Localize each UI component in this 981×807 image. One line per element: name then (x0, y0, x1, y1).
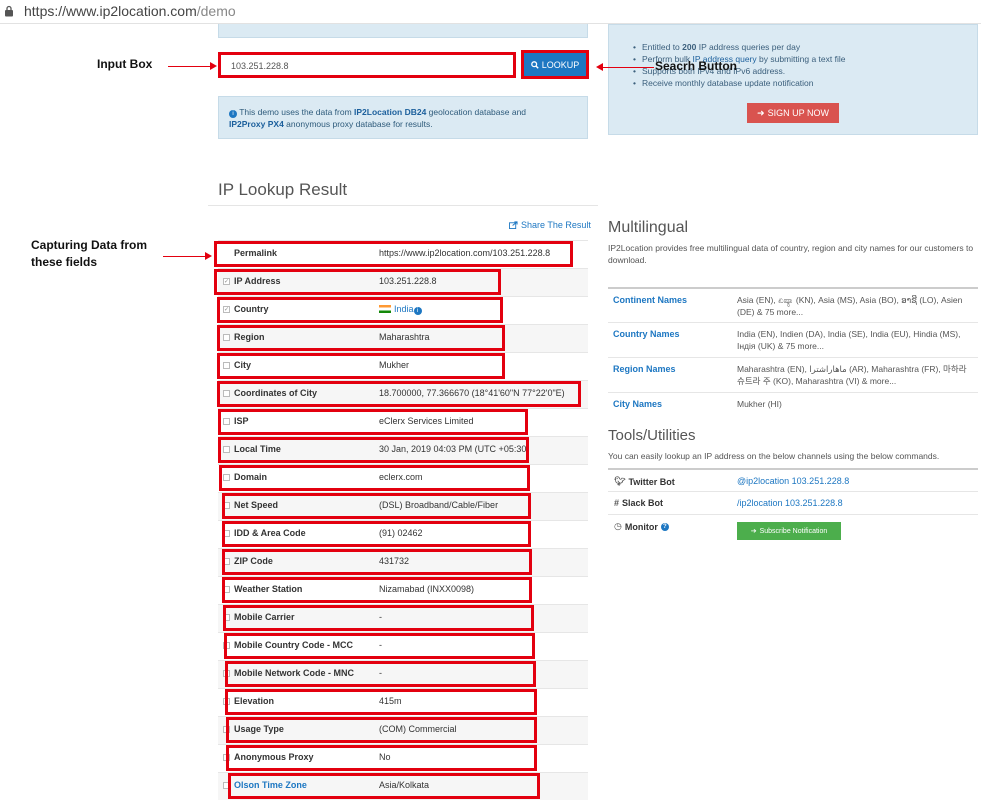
ip-address-input[interactable] (218, 52, 516, 78)
divider (208, 205, 598, 206)
multilingual-value: Asia (EN), ಏಷ್ಯಾ (KN), Asia (MS), Asia (… (737, 295, 963, 317)
monitor-label-wrap: ◷ Monitor ? (614, 521, 669, 532)
highlight-box (224, 633, 535, 659)
info-prefix: This demo uses the data from (239, 107, 355, 117)
db24-link[interactable]: IP2Location DB24 (354, 107, 426, 117)
help-icon[interactable]: ? (660, 522, 669, 531)
info-notice: i This demo uses the data from IP2Locati… (218, 96, 588, 139)
multilingual-row: Continent Names Asia (EN), ಏಷ್ಯಾ (KN), As… (608, 287, 978, 322)
highlight-box (218, 409, 528, 435)
share-result-label: Share The Result (521, 220, 591, 230)
highlight-box (218, 437, 529, 463)
multilingual-label[interactable]: City Names (613, 399, 662, 409)
multilingual-title: Multilingual (608, 219, 689, 236)
twitter-bot-label-wrap: 🐦︎ Twitter Bot (614, 476, 675, 487)
highlight-box (225, 661, 536, 687)
info-icon: i (229, 110, 237, 118)
multilingual-row: Region Names Maharashtra (EN), ماهاراشترا… (608, 357, 978, 392)
lookup-button-label: LOOKUP (541, 59, 580, 70)
highlight-box (217, 353, 505, 379)
twitter-icon: 🐦︎ (614, 476, 626, 486)
search-icon (530, 60, 539, 69)
tools-description: You can easily lookup an IP address on t… (608, 451, 940, 461)
url-path: /demo (196, 3, 236, 19)
highlight-box (222, 577, 532, 603)
twitter-bot-row: 🐦︎ Twitter Bot @ip2location 103.251.228.… (608, 468, 978, 491)
highlight-box (217, 325, 505, 351)
twitter-bot-label: Twitter Bot (628, 476, 675, 487)
slack-bot-label-wrap: # Slack Bot (614, 498, 663, 508)
arrow-circle-icon: ➔ (750, 528, 757, 535)
multilingual-row: Country Names India (EN), Indien (DA), In… (608, 322, 978, 357)
px4-link[interactable]: IP2Proxy PX4 (229, 119, 284, 129)
share-icon (509, 221, 518, 229)
highlight-box (219, 465, 530, 491)
multilingual-label[interactable]: Region Names (613, 364, 676, 374)
highlight-box (214, 241, 573, 267)
multilingual-row: City Names Mukher (HI) (608, 392, 978, 416)
arrow-line (602, 67, 654, 68)
promo-item: Entitled to 200 IP address queries per d… (633, 41, 845, 53)
highlight-box (214, 269, 501, 295)
arrow-line (168, 66, 212, 67)
arrow-head (205, 252, 212, 260)
slack-bot-row: # Slack Bot /ip2location 103.251.228.8 (608, 491, 978, 514)
highlight-box (222, 493, 531, 519)
subscribe-label: Subscribe Notification (759, 527, 828, 535)
annotation-input-box: Input Box (97, 57, 153, 71)
monitor-label: Monitor (624, 521, 658, 532)
highlight-box (226, 745, 537, 771)
url-text[interactable]: https://www.ip2location.com/demo (24, 3, 236, 19)
twitter-bot-command[interactable]: @ip2location 103.251.228.8 (737, 476, 849, 486)
highlight-box (226, 717, 537, 743)
highlight-box (222, 521, 531, 547)
share-result-link[interactable]: Share The Result (509, 220, 591, 230)
url-host: https://www.ip2location.com (24, 3, 197, 19)
highlight-box (217, 381, 581, 407)
tools-title: Tools/Utilities (608, 427, 696, 444)
lookup-button[interactable]: LOOKUP (521, 50, 589, 79)
clock-icon: ◷ (614, 521, 622, 531)
slack-bot-label: Slack Bot (622, 498, 664, 508)
form-panel-top (218, 24, 588, 38)
annotation-search-button: Seacrh Button (655, 59, 738, 73)
multilingual-label[interactable]: Country Names (613, 329, 680, 339)
highlight-box (217, 297, 503, 323)
subscribe-notification-button[interactable]: ➔ Subscribe Notification (737, 522, 841, 540)
sign-up-label: SIGN UP NOW (767, 108, 829, 118)
multilingual-value: India (EN), Indien (DA), India (SE), Ind… (737, 329, 961, 351)
sign-in-icon: ➜ (757, 107, 765, 118)
result-title: IP Lookup Result (218, 180, 348, 199)
multilingual-label[interactable]: Continent Names (613, 295, 687, 305)
multilingual-value: Maharashtra (EN), ماهاراشترا (AR), Mahar… (737, 364, 967, 386)
highlight-box (225, 689, 537, 715)
info-middle: geolocation database and (426, 107, 527, 117)
arrow-head (210, 62, 217, 70)
multilingual-description: IP2Location provides free multilingual d… (608, 243, 974, 265)
lock-icon (5, 5, 13, 17)
slack-bot-command[interactable]: /ip2location 103.251.228.8 (737, 498, 843, 508)
promo-item: Receive monthly database update notifica… (633, 77, 845, 89)
address-bar[interactable]: https://www.ip2location.com/demo (0, 0, 981, 24)
arrow-line (163, 256, 207, 257)
annotation-capturing-line2: these fields (31, 255, 98, 269)
highlight-box (223, 605, 534, 631)
info-suffix: anonymous proxy database for results. (283, 119, 433, 129)
highlight-box (222, 549, 532, 575)
multilingual-value: Mukher (HI) (737, 399, 782, 409)
highlight-box (228, 773, 540, 799)
annotation-capturing-line1: Capturing Data from (31, 238, 148, 252)
sign-up-button[interactable]: ➜ SIGN UP NOW (747, 103, 839, 123)
slack-icon: # (614, 498, 620, 508)
